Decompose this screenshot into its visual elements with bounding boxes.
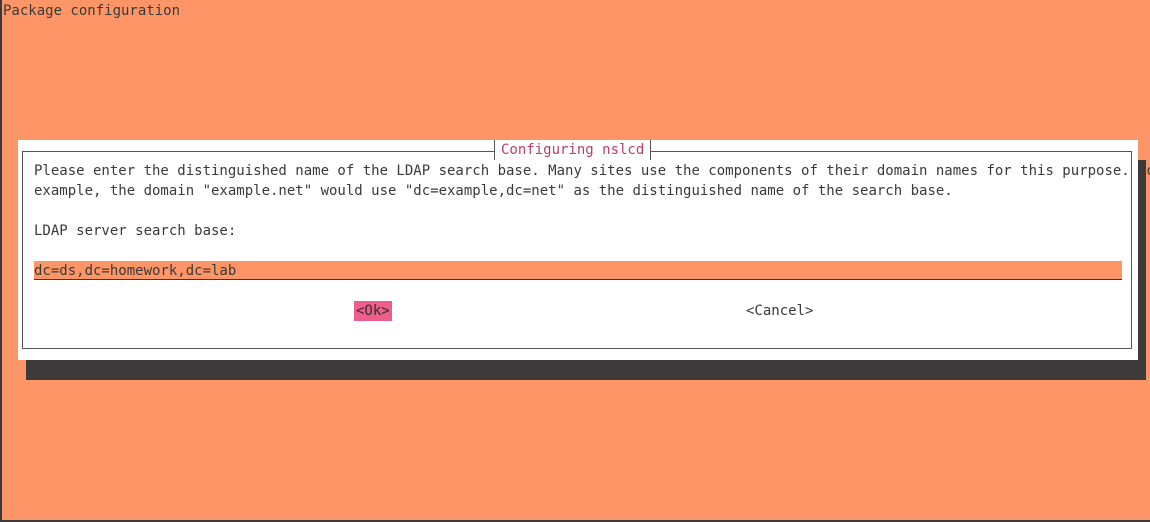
search-base-label: LDAP server search base: bbox=[34, 223, 237, 239]
search-base-input[interactable]: dc=ds,dc=homework,dc=lab bbox=[34, 261, 1122, 280]
dialog-title: Configuring nslcd bbox=[494, 140, 652, 160]
backtitle: Package configuration bbox=[3, 3, 181, 19]
prompt-line-1: Please enter the distinguished name of t… bbox=[34, 163, 1150, 179]
prompt-line-2: example, the domain "example.net" would … bbox=[34, 183, 953, 199]
ok-button[interactable]: <Ok> bbox=[354, 301, 392, 321]
search-base-value: dc=ds,dc=homework,dc=lab bbox=[34, 263, 237, 279]
config-dialog: Configuring nslcd Please enter the disti… bbox=[18, 140, 1150, 360]
dialog-prompt: Please enter the distinguished name of t… bbox=[34, 161, 1150, 201]
terminal-left-edge bbox=[0, 0, 2, 522]
cancel-button[interactable]: <Cancel> bbox=[746, 301, 813, 321]
